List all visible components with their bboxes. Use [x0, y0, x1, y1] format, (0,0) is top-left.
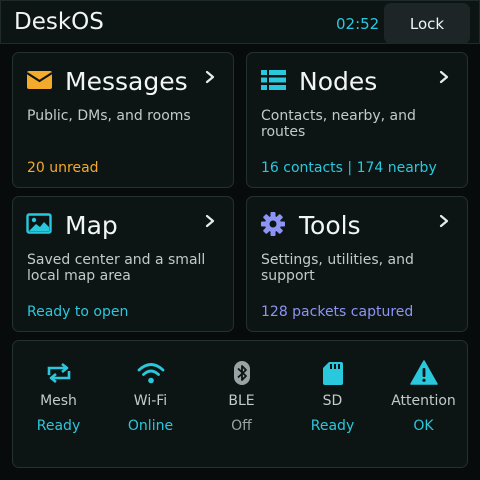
top-bar: DeskOS 02:52 Lock	[0, 0, 480, 44]
bluetooth-icon	[234, 361, 250, 385]
status-label: Attention	[391, 393, 456, 409]
status-label: Mesh	[40, 393, 77, 409]
status-mesh: Mesh Ready	[13, 341, 104, 469]
card-status: 128 packets captured	[261, 304, 414, 320]
card-title: Nodes	[299, 67, 378, 96]
chevron-right-icon	[205, 214, 215, 228]
card-title: Tools	[299, 211, 361, 240]
status-attention: Attention OK	[378, 341, 469, 469]
chevron-right-icon	[439, 214, 449, 228]
chevron-right-icon	[439, 70, 449, 84]
status-ble: BLE Off	[196, 341, 287, 469]
card-status: Ready to open	[27, 304, 129, 320]
status-value: OK	[413, 418, 434, 434]
wifi-icon	[137, 363, 165, 384]
status-label: Wi-Fi	[133, 393, 168, 409]
list-icon	[261, 70, 286, 90]
gear-icon	[261, 212, 285, 236]
card-status: 16 contacts | 174 nearby	[261, 160, 437, 176]
card-description: Contacts, nearby, and routes	[261, 108, 416, 140]
status-wifi: Wi-Fi Online	[105, 341, 196, 469]
card-description: Settings, utilities, and support	[261, 252, 414, 284]
nodes-card[interactable]: Nodes Contacts, nearby, and routes 16 co…	[246, 52, 468, 188]
envelope-icon	[26, 71, 53, 89]
card-status: 20 unread	[27, 160, 99, 176]
card-description: Saved center and a small local map area	[27, 252, 206, 284]
status-value: Ready	[310, 418, 355, 434]
image-icon	[26, 213, 52, 234]
sd-card-icon	[323, 362, 343, 385]
card-description: Public, DMs, and rooms	[27, 108, 191, 124]
status-value: Ready	[36, 418, 81, 434]
clock: 02:52	[336, 15, 380, 33]
retweet-icon	[47, 362, 71, 384]
status-label: BLE	[228, 393, 255, 409]
chevron-right-icon	[205, 70, 215, 84]
map-card[interactable]: Map Saved center and a small local map a…	[12, 196, 234, 332]
status-value: Online	[127, 418, 174, 434]
status-label: SD	[322, 393, 343, 409]
lock-button[interactable]: Lock	[384, 3, 470, 44]
tools-card[interactable]: Tools Settings, utilities, and support 1…	[246, 196, 468, 332]
warning-icon	[410, 360, 438, 385]
card-title: Messages	[65, 67, 188, 96]
app-title: DeskOS	[14, 9, 104, 35]
messages-card[interactable]: Messages Public, DMs, and rooms 20 unrea…	[12, 52, 234, 188]
status-panel: Mesh Ready Wi-Fi Online BLE Off SD Ready	[12, 340, 468, 468]
status-value: Off	[231, 418, 252, 434]
card-title: Map	[65, 211, 118, 240]
status-sd: SD Ready	[287, 341, 378, 469]
